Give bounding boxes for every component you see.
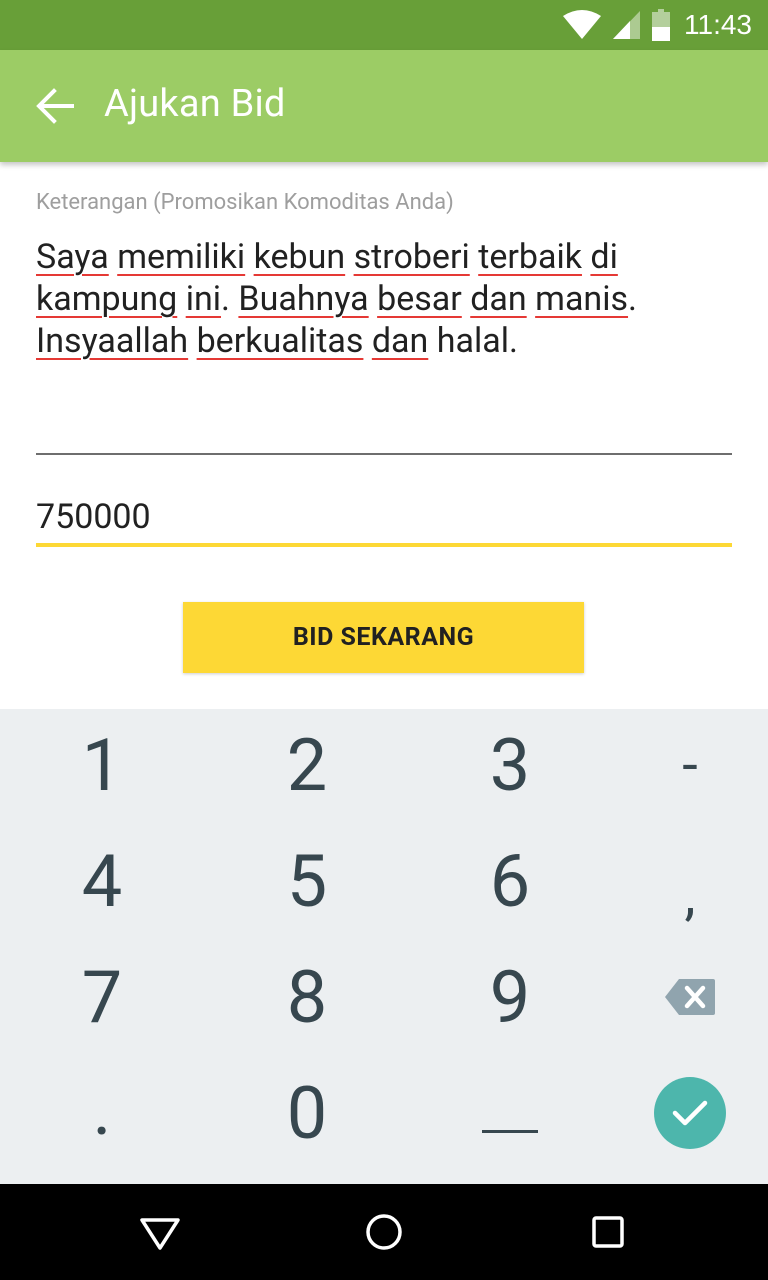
done-check-icon xyxy=(672,1100,708,1126)
description-word: kampung xyxy=(36,279,178,319)
space-icon xyxy=(482,1130,538,1133)
description-word: berkualitas xyxy=(196,321,364,361)
description-word: terbaik xyxy=(478,237,582,277)
status-time: 11:43 xyxy=(684,9,752,40)
key-comma[interactable]: , xyxy=(610,839,768,951)
status-icons: 11:43 xyxy=(562,0,752,50)
wifi-icon xyxy=(563,10,601,39)
description-textarea[interactable]: Saya memiliki kebun stroberi terbaik di … xyxy=(36,236,736,362)
description-word: kebun xyxy=(253,237,346,277)
description-word: di xyxy=(590,237,618,277)
description-underline xyxy=(36,453,732,455)
description-word: dan xyxy=(470,279,527,319)
description-word: memiliki xyxy=(117,237,246,277)
description-word: besar xyxy=(377,279,462,319)
key-1[interactable]: 1 xyxy=(22,709,182,821)
page-title: Ajukan Bid xyxy=(104,82,286,126)
recents-square-icon[interactable] xyxy=(584,1208,632,1256)
key-backspace[interactable] xyxy=(610,941,768,1053)
bid-now-button[interactable]: BID SEKARANG xyxy=(183,602,584,673)
key-space[interactable] xyxy=(430,1057,590,1169)
key-8[interactable]: 8 xyxy=(227,941,387,1053)
key-9[interactable]: 9 xyxy=(430,941,590,1053)
key-0[interactable]: 0 xyxy=(227,1057,387,1169)
key-5[interactable]: 5 xyxy=(227,825,387,937)
description-word: Buahnya xyxy=(238,279,369,319)
description-label: Keterangan (Promosikan Komoditas Anda) xyxy=(36,190,454,215)
battery-icon xyxy=(652,9,670,41)
back-arrow-icon[interactable] xyxy=(36,88,74,124)
numeric-keyboard: 1 2 3 - 4 5 6 , 7 8 9 . 0 xyxy=(0,709,768,1184)
key-3[interactable]: 3 xyxy=(430,709,590,821)
status-bar: 11:43 xyxy=(0,0,768,50)
key-6[interactable]: 6 xyxy=(430,825,590,937)
app-bar: Ajukan Bid xyxy=(0,50,768,162)
key-period-label: . xyxy=(92,1066,112,1152)
description-word: halal xyxy=(436,321,509,361)
price-underline-focused xyxy=(36,543,732,547)
key-done[interactable] xyxy=(610,1057,768,1169)
signal-icon xyxy=(613,11,640,39)
backspace-icon xyxy=(665,979,715,1015)
key-period[interactable]: . xyxy=(22,1057,182,1169)
back-triangle-icon[interactable] xyxy=(136,1208,184,1256)
description-word: stroberi xyxy=(353,237,470,277)
system-nav-bar xyxy=(0,1184,768,1280)
done-button[interactable] xyxy=(654,1077,726,1149)
description-word: Insyaallah xyxy=(36,321,189,361)
price-input[interactable]: 750000 xyxy=(36,497,151,537)
description-word: Saya xyxy=(36,237,109,277)
bid-now-label: BID SEKARANG xyxy=(292,623,475,652)
key-4[interactable]: 4 xyxy=(22,825,182,937)
key-7[interactable]: 7 xyxy=(22,941,182,1053)
key-2[interactable]: 2 xyxy=(227,709,387,821)
home-circle-icon[interactable] xyxy=(360,1208,408,1256)
key-minus[interactable]: - xyxy=(610,709,768,821)
description-word: dan xyxy=(371,321,429,361)
description-word: manis xyxy=(535,279,629,319)
description-word: ini xyxy=(185,279,221,319)
